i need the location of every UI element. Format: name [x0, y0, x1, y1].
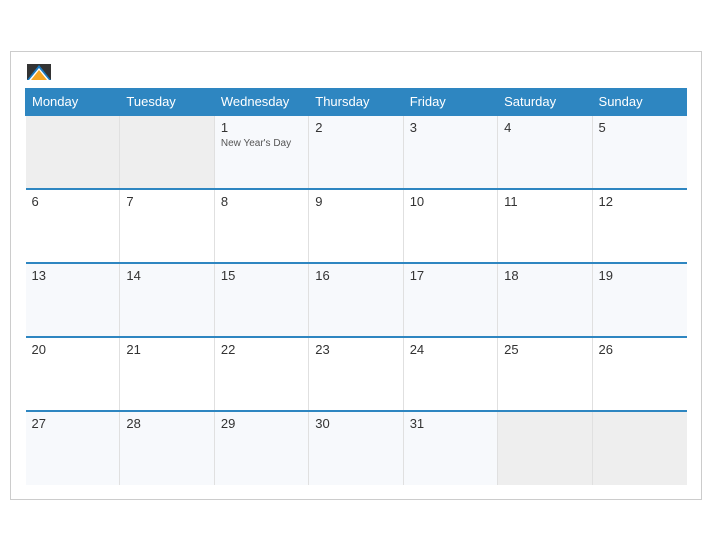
calendar-wrapper: MondayTuesdayWednesdayThursdayFridaySatu… — [10, 51, 702, 500]
calendar-cell: 13 — [26, 263, 120, 337]
calendar-week-row: 13 14 15 16 17 18 19 — [26, 263, 687, 337]
day-number: 19 — [599, 268, 681, 283]
logo — [25, 64, 51, 80]
calendar-cell: 16 — [309, 263, 403, 337]
calendar-week-row: 20 21 22 23 24 25 26 — [26, 337, 687, 411]
calendar-cell: 30 — [309, 411, 403, 485]
weekday-header-wednesday: Wednesday — [214, 88, 308, 115]
calendar-cell: 11 — [498, 189, 592, 263]
weekday-header-row: MondayTuesdayWednesdayThursdayFridaySatu… — [26, 88, 687, 115]
day-number: 17 — [410, 268, 491, 283]
calendar-cell: 24 — [403, 337, 497, 411]
day-number: 22 — [221, 342, 302, 357]
calendar-cell: 14 — [120, 263, 214, 337]
calendar-cell: 23 — [309, 337, 403, 411]
calendar-cell: 25 — [498, 337, 592, 411]
day-number: 23 — [315, 342, 396, 357]
weekday-header-friday: Friday — [403, 88, 497, 115]
day-number: 24 — [410, 342, 491, 357]
day-number: 18 — [504, 268, 585, 283]
calendar-cell: 3 — [403, 115, 497, 189]
calendar-header — [25, 64, 687, 80]
day-number: 25 — [504, 342, 585, 357]
holiday-label: New Year's Day — [221, 137, 302, 150]
day-number: 14 — [126, 268, 207, 283]
weekday-header-tuesday: Tuesday — [120, 88, 214, 115]
calendar-cell — [120, 115, 214, 189]
day-number: 27 — [32, 416, 114, 431]
weekday-header-saturday: Saturday — [498, 88, 592, 115]
calendar-cell: 10 — [403, 189, 497, 263]
calendar-cell — [498, 411, 592, 485]
day-number: 7 — [126, 194, 207, 209]
calendar-table: MondayTuesdayWednesdayThursdayFridaySatu… — [25, 88, 687, 485]
calendar-cell: 19 — [592, 263, 686, 337]
weekday-header-thursday: Thursday — [309, 88, 403, 115]
calendar-cell — [592, 411, 686, 485]
calendar-cell: 15 — [214, 263, 308, 337]
logo-flag-icon — [27, 64, 51, 80]
calendar-cell: 9 — [309, 189, 403, 263]
calendar-cell: 28 — [120, 411, 214, 485]
calendar-cell: 21 — [120, 337, 214, 411]
calendar-cell: 17 — [403, 263, 497, 337]
day-number: 9 — [315, 194, 396, 209]
calendar-cell: 20 — [26, 337, 120, 411]
day-number: 16 — [315, 268, 396, 283]
day-number: 4 — [504, 120, 585, 135]
day-number: 26 — [599, 342, 681, 357]
calendar-cell: 31 — [403, 411, 497, 485]
day-number: 13 — [32, 268, 114, 283]
day-number: 10 — [410, 194, 491, 209]
day-number: 8 — [221, 194, 302, 209]
day-number: 21 — [126, 342, 207, 357]
calendar-cell: 8 — [214, 189, 308, 263]
day-number: 12 — [599, 194, 681, 209]
calendar-cell: 27 — [26, 411, 120, 485]
weekday-header-monday: Monday — [26, 88, 120, 115]
calendar-week-row: 1 New Year's Day 2345 — [26, 115, 687, 189]
day-number: 29 — [221, 416, 302, 431]
calendar-week-row: 6789 10 11 12 — [26, 189, 687, 263]
day-number: 30 — [315, 416, 396, 431]
calendar-cell: 6 — [26, 189, 120, 263]
day-number: 6 — [32, 194, 114, 209]
day-number: 3 — [410, 120, 491, 135]
day-number: 28 — [126, 416, 207, 431]
calendar-cell: 22 — [214, 337, 308, 411]
day-number: 15 — [221, 268, 302, 283]
calendar-cell: 18 — [498, 263, 592, 337]
day-number: 20 — [32, 342, 114, 357]
calendar-cell: 2 — [309, 115, 403, 189]
calendar-cell: 4 — [498, 115, 592, 189]
calendar-cell: 1 New Year's Day — [214, 115, 308, 189]
calendar-week-row: 27 28 29 30 31 — [26, 411, 687, 485]
calendar-cell: 26 — [592, 337, 686, 411]
calendar-cell — [26, 115, 120, 189]
day-number: 1 — [221, 120, 302, 135]
day-number: 11 — [504, 194, 585, 209]
calendar-cell: 29 — [214, 411, 308, 485]
day-number: 5 — [599, 120, 681, 135]
day-number: 31 — [410, 416, 491, 431]
weekday-header-sunday: Sunday — [592, 88, 686, 115]
calendar-cell: 5 — [592, 115, 686, 189]
calendar-cell: 7 — [120, 189, 214, 263]
calendar-cell: 12 — [592, 189, 686, 263]
day-number: 2 — [315, 120, 396, 135]
